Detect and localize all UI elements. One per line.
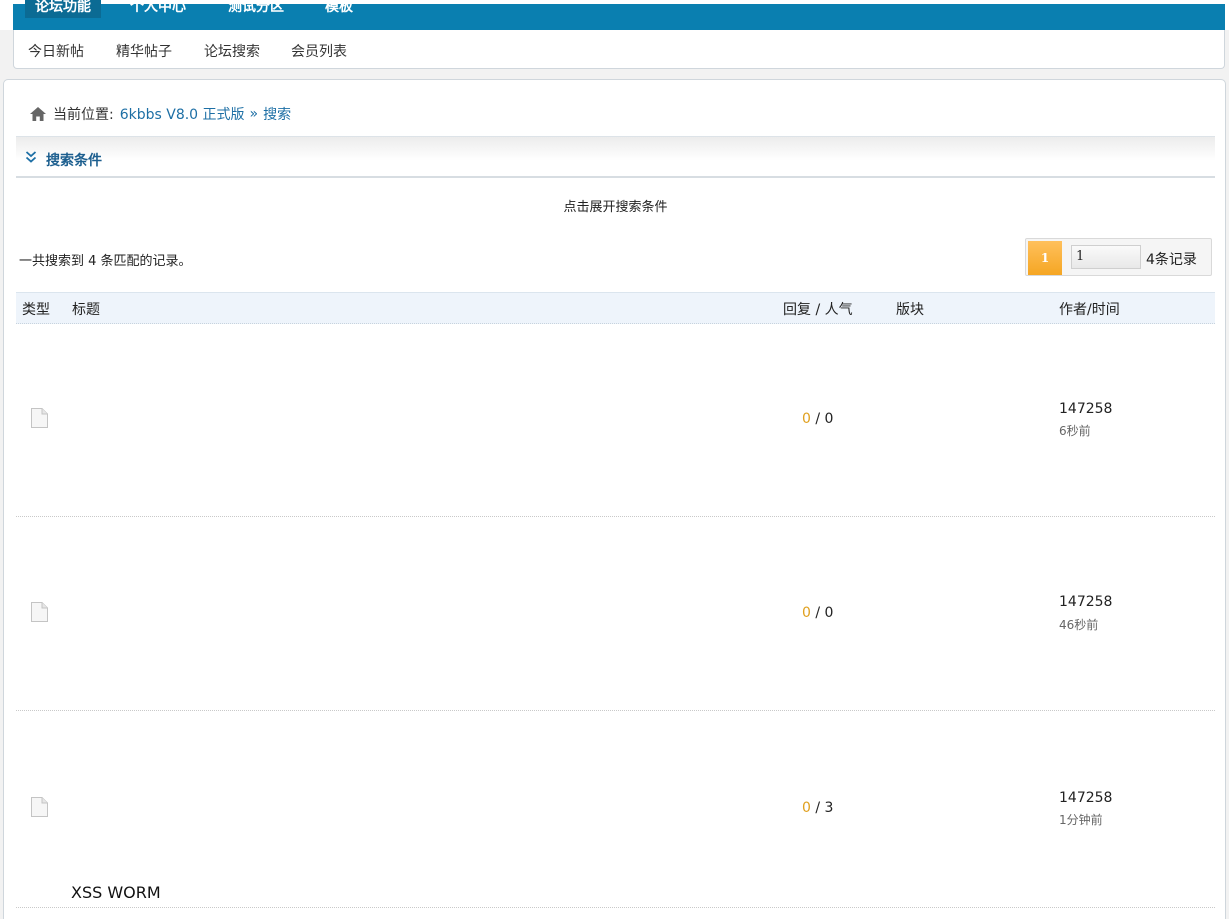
breadcrumb-current[interactable]: 搜索 bbox=[263, 104, 291, 124]
row-author[interactable]: 147258 bbox=[1059, 594, 1112, 610]
subnav-today-posts[interactable]: 今日新帖 bbox=[28, 41, 84, 61]
header-counts: 回复 / 人气 bbox=[783, 302, 853, 318]
header-type: 类型 bbox=[22, 302, 50, 318]
breadcrumb: 当前位置: 6kbbs V8.0 正式版 » 搜索 bbox=[29, 104, 291, 124]
tab-templates[interactable]: 模板 bbox=[315, 0, 363, 18]
pager-total-records: 4条记录 bbox=[1146, 252, 1197, 268]
header-board: 版块 bbox=[896, 302, 924, 318]
breadcrumb-prefix: 当前位置: bbox=[53, 107, 114, 123]
breadcrumb-separator: » bbox=[249, 106, 259, 122]
row-counts: 0 / 0 bbox=[802, 411, 833, 427]
top-nav-bar: 论坛功能 个人中心 测试分区 模板 bbox=[13, 0, 1225, 30]
row-title-xss-worm[interactable]: XSS WORM bbox=[71, 883, 161, 902]
row-time: 1分钟前 bbox=[1059, 813, 1103, 827]
row-time: 6秒前 bbox=[1059, 424, 1091, 438]
pager-page-input[interactable]: 1 bbox=[1071, 245, 1141, 269]
expand-search-conditions[interactable]: 点击展开搜索条件 bbox=[4, 196, 1227, 215]
row-replies: 0 bbox=[802, 800, 811, 816]
row-counts: 0 / 0 bbox=[802, 605, 833, 621]
row-views: 3 bbox=[824, 800, 834, 816]
subnav-forum-search[interactable]: 论坛搜索 bbox=[204, 41, 260, 61]
document-icon bbox=[31, 602, 48, 622]
table-row: 0 / 3 147258 1分钟前 XSS WORM bbox=[16, 711, 1215, 908]
home-icon[interactable] bbox=[29, 106, 47, 122]
row-counts-separator: / bbox=[810, 800, 825, 816]
table-row: 0 / 0 147258 46秒前 bbox=[16, 517, 1215, 711]
row-views: 0 bbox=[824, 605, 834, 621]
row-replies: 0 bbox=[802, 605, 811, 621]
row-replies: 0 bbox=[802, 411, 811, 427]
search-conditions-title: 搜索条件 bbox=[46, 153, 102, 169]
tab-personal-center[interactable]: 个人中心 bbox=[120, 0, 196, 18]
tab-test-section[interactable]: 测试分区 bbox=[218, 0, 294, 18]
row-time: 46秒前 bbox=[1059, 618, 1099, 632]
main-panel: 当前位置: 6kbbs V8.0 正式版 » 搜索 搜索条件 点击展开搜索条件 … bbox=[3, 79, 1226, 919]
row-views: 0 bbox=[824, 411, 834, 427]
search-conditions-header[interactable]: 搜索条件 bbox=[16, 136, 1215, 178]
document-icon bbox=[31, 797, 48, 817]
result-summary: 一共搜索到 4 条匹配的记录。 bbox=[19, 254, 192, 269]
document-icon bbox=[31, 408, 48, 428]
header-author-time: 作者/时间 bbox=[1059, 302, 1120, 318]
breadcrumb-forum-link[interactable]: 6kbbs V8.0 正式版 bbox=[120, 104, 245, 124]
header-title: 标题 bbox=[72, 302, 100, 318]
double-chevron-down-icon bbox=[25, 151, 37, 163]
top-nav: 论坛功能 个人中心 测试分区 模板 bbox=[0, 0, 1229, 30]
pager-current-page[interactable]: 1 bbox=[1028, 241, 1062, 275]
subnav-featured-posts[interactable]: 精华帖子 bbox=[116, 41, 172, 61]
tab-forum-functions[interactable]: 论坛功能 bbox=[25, 0, 101, 18]
pager: 1 1 4条记录 bbox=[1025, 238, 1212, 276]
row-counts-separator: / bbox=[810, 411, 825, 427]
table-header: 类型 标题 回复 / 人气 版块 作者/时间 bbox=[16, 292, 1215, 324]
row-counts-separator: / bbox=[810, 605, 825, 621]
row-author[interactable]: 147258 bbox=[1059, 790, 1112, 806]
row-author[interactable]: 147258 bbox=[1059, 401, 1112, 417]
table-row: 0 / 0 147258 6秒前 bbox=[16, 324, 1215, 517]
row-counts: 0 / 3 bbox=[802, 800, 833, 816]
sub-nav: 今日新帖 精华帖子 论坛搜索 会员列表 bbox=[13, 30, 1225, 69]
subnav-member-list[interactable]: 会员列表 bbox=[291, 41, 347, 61]
